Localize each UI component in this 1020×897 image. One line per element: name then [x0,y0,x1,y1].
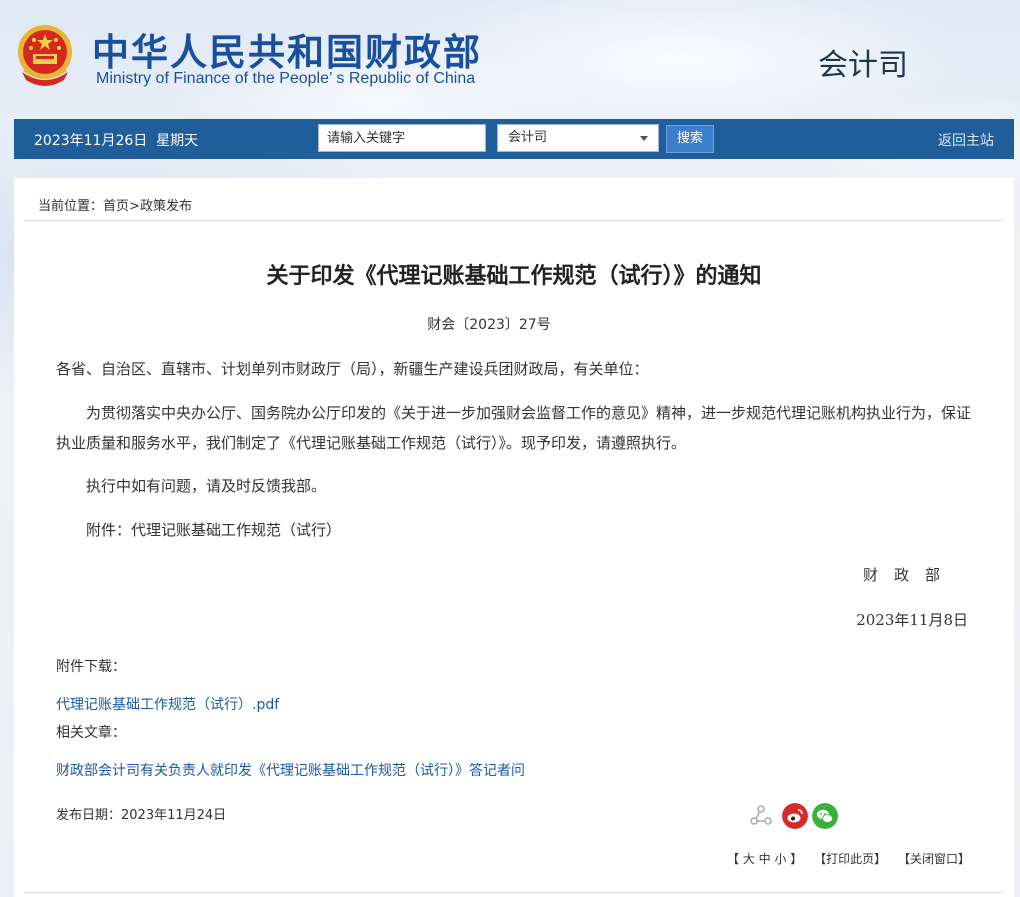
divider [24,892,1002,893]
paragraph-1: 为贯彻落实中央办公厅、国务院办公厅印发的《关于进一步加强财会监督工作的意见》精神… [56,404,972,452]
search-button[interactable]: 搜索 [666,125,714,153]
page-title: 关于印发《代理记账基础工作规范（试行）》的通知 [266,264,762,289]
publish-date-value: 2023年11月24日 [121,808,227,823]
date-text: 2023年11月26日 [34,133,148,149]
divider [24,220,1002,221]
close-window-link[interactable]: 【关闭窗口】 [898,852,970,866]
salutation: 各省、自治区、直辖市、计划单列市财政厅（局），新疆生产建设兵团财政局，有关单位： [56,360,649,378]
share-icon[interactable] [748,803,774,829]
nav-bar: 2023年11月26日 星期天 会计司 搜索 返回主站 [14,119,1014,159]
wechat-icon[interactable] [812,803,838,829]
breadcrumb: 当前位置：首页>政策发布 [38,195,192,214]
related-article-link[interactable]: 财政部会计司有关负责人就印发《代理记账基础工作规范（试行）》答记者问 [56,760,525,780]
department-name: 会计司 [818,48,908,83]
print-page-link[interactable]: 【打印此页】 [814,852,886,866]
weekday-text: 星期天 [156,133,199,149]
breadcrumb-prefix: 当前位置： [38,199,104,214]
attachment-note: 附件：代理记账基础工作规范（试行） [86,521,342,539]
publish-date: 发布日期：2023年11月24日 [56,804,226,823]
search-input[interactable] [318,124,486,152]
signature: 财政部 [862,566,956,584]
breadcrumb-home-link[interactable]: 首页 [103,199,129,214]
site-name-cn: 中华人民共和国财政部 [92,31,482,74]
font-size-toggle[interactable]: 【 大 中 小 】 [727,852,802,866]
sign-date: 2023年11月8日 [856,611,968,629]
site-name-en: Ministry of Finance of the People’ s Rep… [96,70,476,87]
footer-links: 【 大 中 小 】 【打印此页】 【关闭窗口】 [719,850,970,867]
weibo-icon[interactable] [782,803,808,829]
content-card: 当前位置：首页>政策发布 关于印发《代理记账基础工作规范（试行）》的通知 财会〔… [14,178,1014,897]
department-select[interactable]: 会计司 [497,124,659,152]
attachment-download-label: 附件下载： [56,659,126,675]
chevron-down-icon [640,136,648,141]
attachment-pdf-link[interactable]: 代理记账基础工作规范（试行）.pdf [56,694,279,714]
breadcrumb-separator: > [129,199,140,214]
paragraph-2: 执行中如有问题，请及时反馈我部。 [86,477,327,495]
national-emblem-icon [18,25,72,86]
document-number: 财会〔2023〕27号 [427,317,551,333]
department-select-value: 会计司 [508,130,548,145]
related-articles-label: 相关文章： [56,725,126,741]
current-date: 2023年11月26日 星期天 [34,130,198,150]
breadcrumb-current-link[interactable]: 政策发布 [140,199,192,214]
publish-date-label: 发布日期： [56,808,122,823]
return-home-link[interactable]: 返回主站 [938,130,994,150]
site-header: 中华人民共和国财政部 Ministry of Finance of the Pe… [0,0,1020,118]
